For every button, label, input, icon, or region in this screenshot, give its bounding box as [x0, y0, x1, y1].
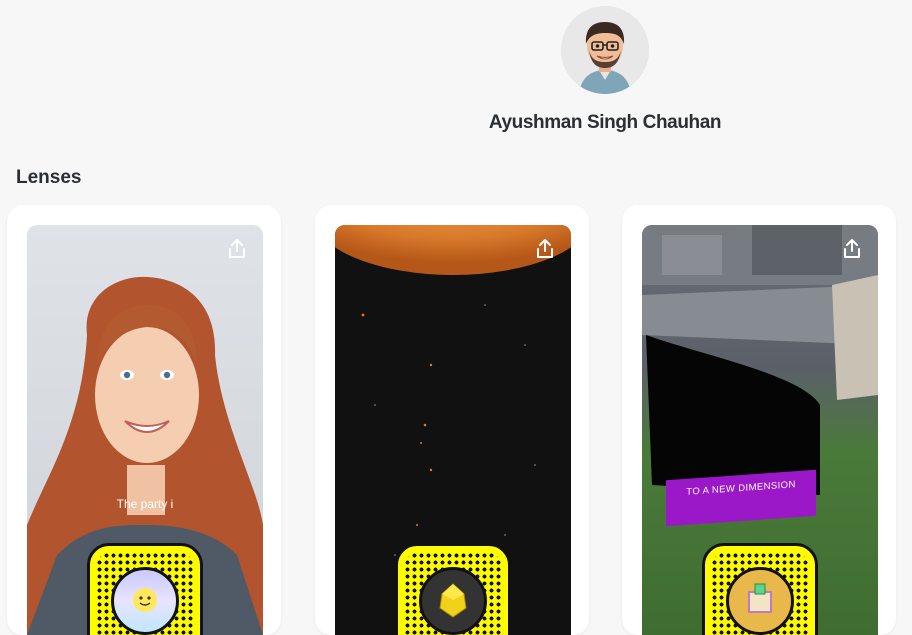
- snapcode[interactable]: [702, 543, 818, 635]
- lens-preview[interactable]: TO A NEW DIMENSION: [642, 225, 878, 635]
- profile-header: Ayushman Singh Chauhan: [0, 0, 912, 150]
- lens-preview[interactable]: The party i: [27, 225, 263, 635]
- snapcode-lens-icon: [111, 567, 179, 635]
- lens-preview[interactable]: [335, 225, 571, 635]
- snapcode[interactable]: [395, 543, 511, 635]
- bitmoji-avatar-icon: [561, 6, 649, 94]
- lens-card[interactable]: [315, 205, 589, 635]
- share-icon[interactable]: [840, 237, 864, 261]
- snapcode[interactable]: [87, 543, 203, 635]
- lens-caption: The party i: [116, 497, 174, 511]
- share-icon[interactable]: [533, 237, 557, 261]
- section-title-lenses: Lenses: [16, 167, 82, 188]
- lens-card[interactable]: TO A NEW DIMENSION: [622, 205, 896, 635]
- avatar[interactable]: [561, 6, 649, 94]
- profile-name: Ayushman Singh Chauhan: [488, 112, 722, 133]
- share-icon[interactable]: [225, 237, 249, 261]
- snapcode-lens-icon: [726, 567, 794, 635]
- lens-card[interactable]: The party i: [7, 205, 281, 635]
- snapcode-lens-icon: [419, 567, 487, 635]
